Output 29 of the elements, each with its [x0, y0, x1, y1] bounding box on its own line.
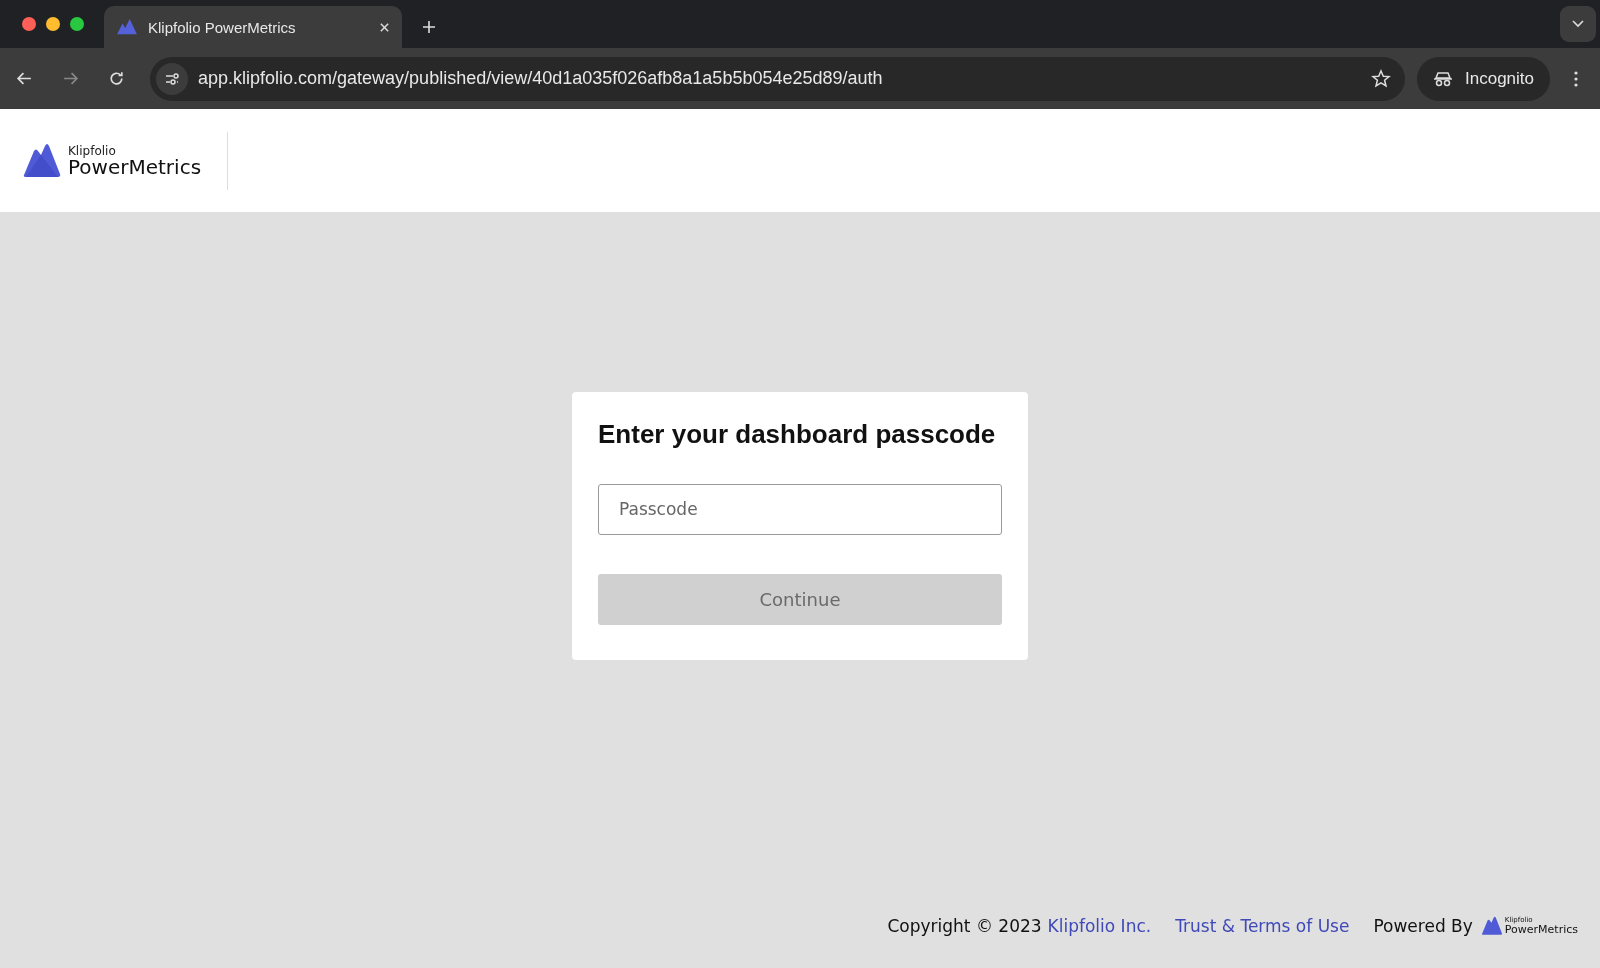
reload-icon[interactable] [108, 70, 125, 87]
tab-list-button[interactable] [1560, 6, 1596, 42]
card-title: Enter your dashboard passcode [598, 418, 996, 451]
back-icon[interactable] [16, 70, 33, 87]
maximize-window-button[interactable] [70, 17, 84, 31]
close-window-button[interactable] [22, 17, 36, 31]
mountain-logo-icon [22, 142, 62, 179]
forward-icon[interactable] [62, 70, 79, 87]
logo-brand-text: Klipfolio [68, 144, 116, 157]
powered-by-text: Powered By [1373, 916, 1473, 936]
mountain-logo-icon [1480, 916, 1503, 936]
mountain-logo-icon [116, 18, 138, 36]
close-tab-icon[interactable] [379, 21, 390, 33]
copyright-text: Copyright © 2023 [887, 916, 1042, 936]
browser-tab[interactable]: Klipfolio PowerMetrics [104, 6, 402, 48]
logo-product-text: PowerMetrics [68, 156, 202, 177]
passcode-field[interactable]: Passcode [598, 483, 1002, 535]
address-bar[interactable]: app.klipfolio.com/gateway/published/view/40d1a035f026afb8a1a5b5b054e25d89/auth [150, 56, 1405, 101]
terms-link[interactable]: Trust & Terms of Use [1175, 916, 1350, 936]
more-menu-icon[interactable] [1574, 70, 1578, 87]
company-link[interactable]: Klipfolio Inc. [1047, 916, 1152, 936]
minimize-window-button[interactable] [46, 17, 60, 31]
chevron-down-icon [1572, 20, 1584, 28]
bookmark-star-icon[interactable] [1371, 68, 1391, 89]
incognito-icon [1433, 70, 1453, 87]
site-settings-icon[interactable] [156, 62, 188, 95]
new-tab-icon[interactable] [422, 20, 436, 34]
incognito-button[interactable]: Incognito [1417, 56, 1550, 101]
logo-product-text: PowerMetrics [1504, 924, 1578, 935]
